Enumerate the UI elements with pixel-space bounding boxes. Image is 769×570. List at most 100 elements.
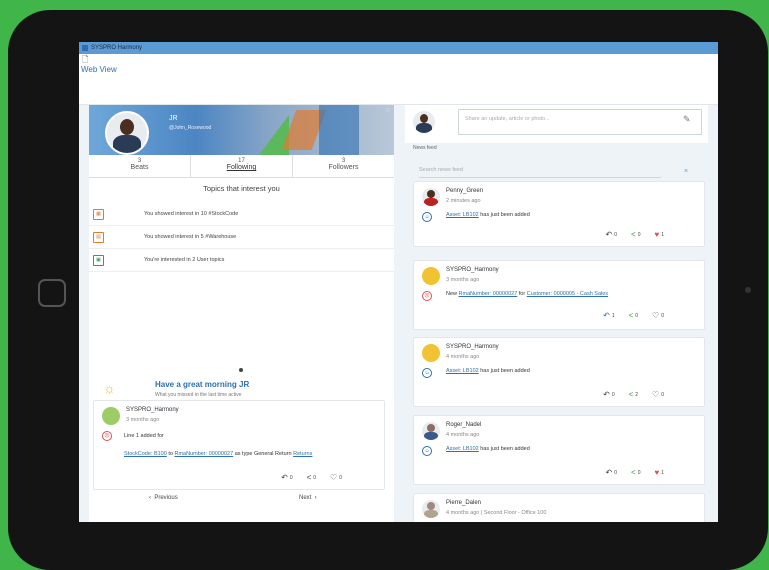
profile-banner: ◌ JR @John_Rosewood: [89, 105, 394, 155]
post-author[interactable]: SYSPRO_Harmony: [446, 344, 499, 350]
topic-item[interactable]: ▦ You showed interest in 10 #StockCode: [89, 203, 394, 226]
post-time: 4 months ago | Second Floor - Office 100: [446, 510, 547, 516]
feed-post: Penny_Green 2 minutes ago ☺ Asset: LB102…: [413, 181, 705, 247]
carousel-indicator[interactable]: [239, 368, 243, 372]
share-button[interactable]: <0: [629, 311, 638, 320]
previous-button[interactable]: ‹ Previous: [149, 495, 178, 501]
neutral-face-icon: ☺: [422, 368, 432, 378]
like-button[interactable]: ♡ 0: [652, 311, 664, 320]
title-bar: SYSPRO Harmony: [79, 42, 718, 54]
share-button[interactable]: <0: [631, 230, 640, 239]
author-avatar[interactable]: [422, 267, 440, 285]
stat-following[interactable]: 17 Following: [191, 155, 293, 177]
like-button[interactable]: ♥ 1: [654, 230, 664, 239]
feed-post: SYSPRO_Harmony 3 months ago ☹ New RmaNum…: [413, 260, 705, 330]
profile-panel: ◌ JR @John_Rosewood 3 Beats 17 Following: [89, 105, 394, 522]
post-actions: ↶ 0 <0 ♥ 1: [606, 230, 664, 239]
banner-settings-icon[interactable]: ◌: [386, 107, 390, 114]
post-author[interactable]: SYSPRO_Harmony: [126, 407, 179, 413]
stat-beats[interactable]: 3 Beats: [89, 155, 191, 177]
home-button[interactable]: [38, 279, 66, 307]
post-time: 4 months ago: [446, 432, 480, 438]
reply-icon: ↶: [603, 390, 610, 399]
post-author[interactable]: Pierre_Dalen: [446, 500, 481, 506]
profile-avatar[interactable]: [105, 111, 149, 155]
news-feed-label: News feed: [413, 145, 437, 151]
missed-post-card: SYSPRO_Harmony 3 months ago ☹ Line 1 add…: [93, 400, 385, 490]
post-text: Line 1 added for: [124, 433, 164, 439]
share-button[interactable]: <0: [307, 473, 316, 482]
like-button[interactable]: ♥ 1: [654, 468, 664, 477]
feed-post: SYSPRO_Harmony 4 months ago ☺ Asset: LB1…: [413, 337, 705, 407]
topic-item[interactable]: ▤ You showed interest in 5 #Warehouse: [89, 226, 394, 249]
profile-name: JR: [169, 115, 178, 122]
close-icon[interactable]: ×: [684, 168, 688, 175]
post-author[interactable]: SYSPRO_Harmony: [446, 267, 499, 273]
post-actions: ↶ 1 <0 ♡ 0: [603, 311, 664, 320]
post-actions: ↶ 0 <0 ♥ 1: [606, 468, 664, 477]
author-avatar[interactable]: [422, 188, 440, 206]
news-feed-panel: Share an update, article or photo... ✎ N…: [405, 105, 708, 522]
neutral-face-icon: ☺: [422, 212, 432, 222]
stock-code-icon: ▦: [93, 208, 104, 220]
heart-icon: ♡: [330, 473, 338, 482]
document-icon[interactable]: 🗋: [82, 55, 88, 64]
heart-icon: ♥: [654, 468, 660, 477]
post-time: 3 months ago: [446, 277, 480, 283]
share-button[interactable]: <0: [631, 468, 640, 477]
reply-button[interactable]: ↶ 1: [603, 311, 614, 320]
share-icon: <: [628, 390, 634, 399]
main-content: ◌ JR @John_Rosewood 3 Beats 17 Following: [79, 105, 718, 522]
composer: Share an update, article or photo... ✎: [405, 105, 708, 143]
post-time: 4 months ago: [446, 354, 480, 360]
author-avatar[interactable]: [422, 422, 440, 440]
share-icon: <: [306, 473, 312, 482]
warehouse-icon: ▤: [93, 231, 104, 243]
post-actions: ↶ 0 <0 ♡ 0: [281, 473, 342, 482]
greeting-subtitle: What you missed in the last time active: [155, 392, 242, 398]
reply-button[interactable]: ↶ 0: [606, 230, 617, 239]
post-author[interactable]: Penny_Green: [446, 188, 483, 194]
post-detail: StockCode: B100 to RmaNumber: 00000027 a…: [124, 451, 313, 457]
neutral-face-icon: ☺: [422, 446, 432, 456]
window-title: SYSPRO Harmony: [91, 45, 143, 51]
topics-title: Topics that interest you: [203, 184, 280, 193]
share-icon: <: [631, 468, 636, 477]
post-time: 3 months ago: [126, 417, 160, 423]
heart-icon: ♥: [654, 230, 660, 239]
search-news-feed-input[interactable]: Search news feed: [419, 167, 661, 178]
reply-button[interactable]: ↶ 0: [603, 390, 614, 399]
share-button[interactable]: <2: [629, 390, 638, 399]
author-avatar[interactable]: [422, 500, 440, 518]
post-text: Asset: LB102 has just been added: [446, 446, 530, 452]
post-author[interactable]: Roger_Nadel: [446, 422, 481, 428]
topic-item[interactable]: ▣ You're interested in 2 User topics: [89, 249, 394, 272]
author-avatar[interactable]: [102, 407, 120, 425]
reply-button[interactable]: ↶ 0: [281, 473, 292, 482]
share-update-input[interactable]: Share an update, article or photo...: [458, 109, 702, 135]
post-time: 2 minutes ago: [446, 198, 481, 204]
user-topics-icon: ▣: [93, 254, 104, 266]
stat-followers[interactable]: 3 Followers: [293, 155, 394, 177]
share-icon: <: [631, 230, 636, 239]
feed-post: Pierre_Dalen 4 months ago | Second Floor…: [413, 493, 705, 522]
author-avatar[interactable]: [422, 344, 440, 362]
my-avatar[interactable]: [413, 111, 435, 133]
app-icon: [82, 45, 88, 51]
heart-icon: ♡: [652, 390, 660, 399]
feed-post: Roger_Nadel 4 months ago ☺ Asset: LB102 …: [413, 415, 705, 485]
camera-icon: [745, 287, 751, 293]
pencil-icon[interactable]: ✎: [683, 114, 691, 125]
like-button[interactable]: ♡ 0: [652, 390, 664, 399]
share-icon: <: [628, 311, 634, 320]
profile-handle: @John_Rosewood: [169, 125, 212, 131]
post-actions: ↶ 0 <2 ♡ 0: [603, 390, 664, 399]
reply-icon: ↶: [605, 230, 613, 239]
next-button[interactable]: Next ›: [299, 495, 317, 501]
greeting-title: Have a great morning JR: [155, 380, 250, 389]
heart-icon: ♡: [652, 311, 660, 320]
post-text: Asset: LB102 has just been added: [446, 368, 530, 374]
like-button[interactable]: ♡ 0: [330, 473, 342, 482]
profile-stats: 3 Beats 17 Following 3 Followers: [89, 155, 394, 178]
reply-button[interactable]: ↶ 0: [606, 468, 617, 477]
